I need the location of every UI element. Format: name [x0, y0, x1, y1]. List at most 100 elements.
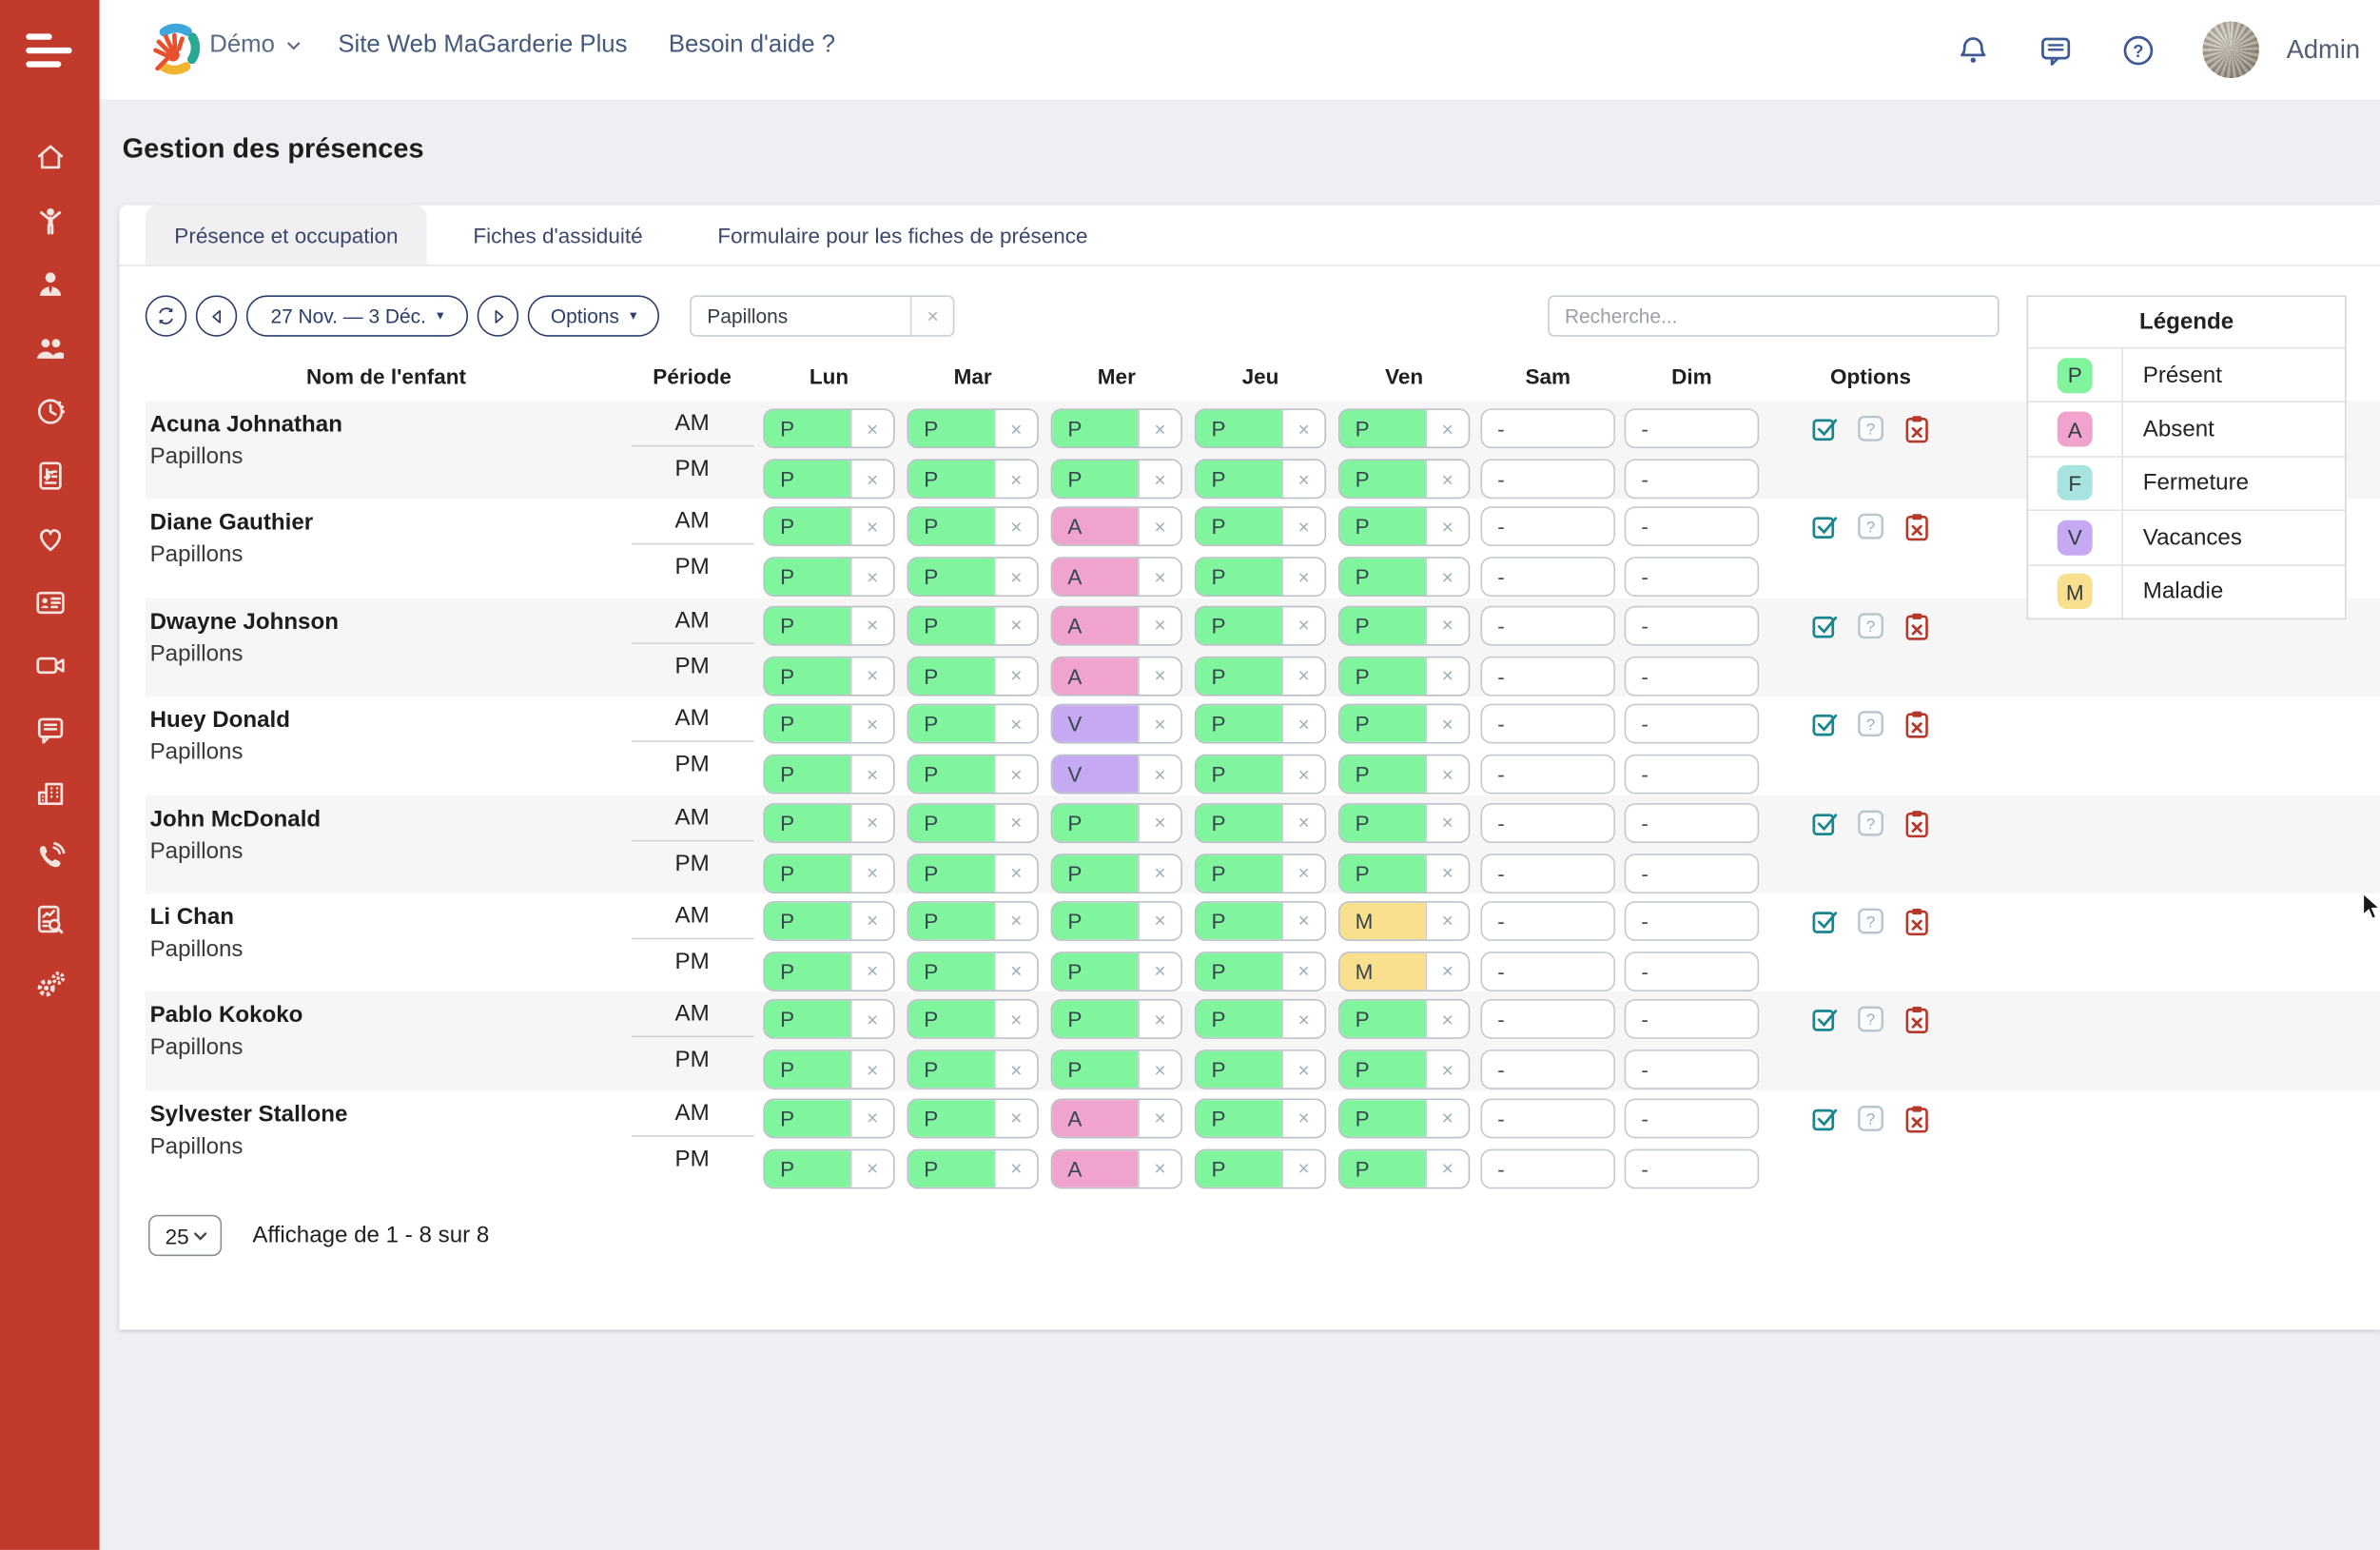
clear-status-button[interactable]: × — [994, 559, 1037, 597]
status-value[interactable]: P — [1340, 804, 1426, 841]
status-value[interactable]: A — [1052, 1150, 1138, 1187]
clear-status-button[interactable]: × — [1281, 508, 1324, 545]
status-value[interactable]: P — [765, 1100, 850, 1137]
clear-status-button[interactable]: × — [1281, 461, 1324, 498]
sidebar-item-settings[interactable] — [31, 966, 68, 999]
clear-status-button[interactable]: × — [850, 756, 893, 794]
status-value[interactable]: P — [765, 607, 850, 644]
delete-attendance-button[interactable] — [1902, 710, 1932, 739]
clear-status-button[interactable]: × — [1425, 1100, 1468, 1137]
clear-status-button[interactable]: × — [1138, 508, 1180, 545]
clear-status-button[interactable]: × — [1425, 508, 1468, 545]
status-value[interactable]: M — [1340, 903, 1426, 940]
clear-status-button[interactable]: × — [850, 1001, 893, 1038]
empty-status-field[interactable]: - — [1481, 1148, 1616, 1188]
clear-status-button[interactable]: × — [994, 1001, 1037, 1038]
clear-status-button[interactable]: × — [1138, 1001, 1180, 1038]
status-value[interactable]: P — [1052, 1051, 1138, 1089]
status-value[interactable]: P — [1340, 410, 1426, 447]
status-value[interactable]: P — [1196, 1051, 1281, 1089]
clear-status-button[interactable]: × — [1425, 559, 1468, 597]
status-value[interactable]: P — [765, 1051, 850, 1089]
delete-attendance-button[interactable] — [1902, 513, 1932, 542]
user-name[interactable]: Admin — [2287, 34, 2360, 65]
clear-status-button[interactable]: × — [1138, 559, 1180, 597]
status-value[interactable]: P — [1340, 706, 1426, 743]
empty-status-field[interactable]: - — [1481, 952, 1616, 991]
clear-status-button[interactable]: × — [1425, 1001, 1468, 1038]
clear-status-button[interactable]: × — [1281, 607, 1324, 644]
empty-status-field[interactable]: - — [1481, 507, 1616, 547]
status-value[interactable]: P — [908, 903, 994, 940]
row-help-button[interactable]: ? — [1856, 415, 1885, 444]
clear-status-button[interactable]: × — [994, 410, 1037, 447]
clear-status-button[interactable]: × — [1281, 1051, 1324, 1089]
clear-status-button[interactable]: × — [850, 410, 893, 447]
empty-status-field[interactable]: - — [1625, 1148, 1760, 1188]
status-value[interactable]: A — [1052, 559, 1138, 597]
sidebar-item-child[interactable] — [31, 205, 68, 238]
clear-status-button[interactable]: × — [1138, 903, 1180, 940]
status-value[interactable]: P — [1196, 706, 1281, 743]
clear-status-button[interactable]: × — [1425, 706, 1468, 743]
status-value[interactable]: P — [765, 706, 850, 743]
delete-attendance-button[interactable] — [1902, 1006, 1932, 1035]
clear-status-button[interactable]: × — [1138, 854, 1180, 892]
sidebar-item-video[interactable] — [31, 649, 68, 682]
clear-status-button[interactable]: × — [850, 903, 893, 940]
clear-status-button[interactable]: × — [1425, 903, 1468, 940]
clear-status-button[interactable]: × — [1425, 804, 1468, 841]
clear-status-button[interactable]: × — [1425, 607, 1468, 644]
status-value[interactable]: P — [908, 607, 994, 644]
status-value[interactable]: P — [1196, 903, 1281, 940]
tab-1[interactable]: Fiches d'assiduité — [444, 205, 672, 265]
status-value[interactable]: P — [1196, 804, 1281, 841]
attendance-confirm-button[interactable] — [1810, 1105, 1840, 1134]
clear-status-button[interactable]: × — [850, 607, 893, 644]
clear-status-button[interactable]: × — [1281, 953, 1324, 991]
clear-status-button[interactable]: × — [994, 706, 1037, 743]
clear-status-button[interactable]: × — [850, 804, 893, 841]
empty-status-field[interactable]: - — [1481, 704, 1616, 744]
status-value[interactable]: P — [1340, 461, 1426, 498]
sidebar-item-employee[interactable] — [31, 267, 68, 301]
clear-status-button[interactable]: × — [994, 903, 1037, 940]
status-value[interactable]: P — [908, 1051, 994, 1089]
empty-status-field[interactable]: - — [1625, 901, 1760, 941]
status-value[interactable]: P — [1196, 461, 1281, 498]
status-value[interactable]: P — [1196, 607, 1281, 644]
date-range-picker[interactable]: 27 Nov. — 3 Déc. ▾ — [246, 295, 468, 336]
row-help-button[interactable]: ? — [1856, 907, 1885, 936]
clear-status-button[interactable]: × — [1138, 1100, 1180, 1137]
empty-status-field[interactable]: - — [1481, 901, 1616, 941]
clear-status-button[interactable]: × — [850, 508, 893, 545]
clear-status-button[interactable]: × — [1425, 756, 1468, 794]
sidebar-item-health[interactable] — [31, 521, 68, 555]
status-value[interactable]: A — [1052, 607, 1138, 644]
status-value[interactable]: P — [1196, 953, 1281, 991]
clear-status-button[interactable]: × — [1281, 756, 1324, 794]
sidebar-item-invoice[interactable] — [31, 459, 68, 492]
sidebar-item-phone[interactable] — [31, 839, 68, 873]
empty-status-field[interactable]: - — [1481, 408, 1616, 448]
empty-status-field[interactable]: - — [1481, 802, 1616, 842]
empty-status-field[interactable]: - — [1625, 507, 1760, 547]
empty-status-field[interactable]: - — [1625, 755, 1760, 795]
status-value[interactable]: V — [1052, 756, 1138, 794]
status-value[interactable]: P — [908, 657, 994, 695]
status-value[interactable]: P — [908, 1100, 994, 1137]
empty-status-field[interactable]: - — [1481, 1050, 1616, 1090]
status-value[interactable]: P — [1340, 1001, 1426, 1038]
clear-status-button[interactable]: × — [850, 706, 893, 743]
search-input[interactable] — [1548, 295, 1999, 336]
clear-status-button[interactable]: × — [850, 854, 893, 892]
clear-status-button[interactable]: × — [1281, 903, 1324, 940]
clear-status-button[interactable]: × — [850, 1150, 893, 1187]
empty-status-field[interactable]: - — [1625, 605, 1760, 645]
empty-status-field[interactable]: - — [1625, 952, 1760, 991]
delete-attendance-button[interactable] — [1902, 907, 1932, 936]
empty-status-field[interactable]: - — [1481, 1098, 1616, 1138]
status-value[interactable]: P — [765, 903, 850, 940]
empty-status-field[interactable]: - — [1481, 459, 1616, 499]
clear-status-button[interactable]: × — [994, 854, 1037, 892]
